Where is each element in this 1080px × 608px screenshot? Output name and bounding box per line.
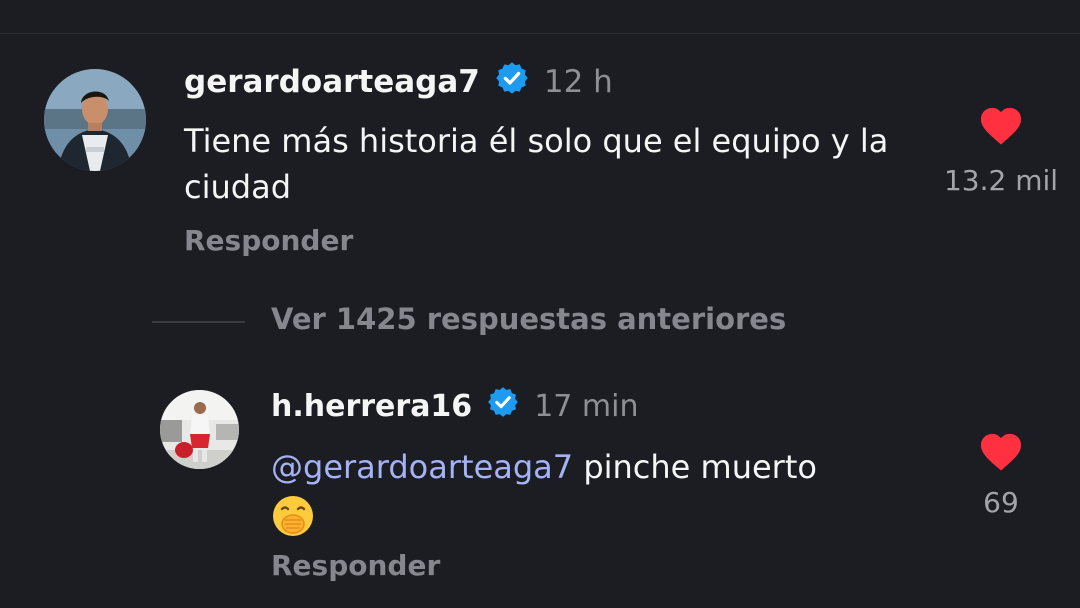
- comment-header: h.herrera16 17 min: [271, 385, 638, 427]
- like-count: 69: [983, 486, 1019, 519]
- comment-body: pinche muerto: [573, 448, 817, 486]
- timestamp: 12 h: [543, 64, 613, 100]
- verified-badge-icon: [486, 385, 520, 427]
- divider: [0, 33, 1080, 34]
- thread-line: [152, 321, 245, 323]
- comment-text: Tiene más historia él solo que el equipo…: [184, 122, 889, 206]
- like-count: 13.2 mil: [943, 164, 1059, 197]
- view-previous-replies-button[interactable]: Ver 1425 respuestas anteriores: [271, 302, 786, 336]
- timestamp: 17 min: [534, 388, 639, 424]
- comment-header: gerardoarteaga7 12 h: [184, 60, 613, 104]
- avatar-h-herrera16[interactable]: [160, 390, 239, 469]
- reply-button[interactable]: Responder: [184, 224, 353, 257]
- avatar-gerardoarteaga7[interactable]: [44, 69, 146, 171]
- reply-button[interactable]: Responder: [271, 549, 440, 582]
- mention-link[interactable]: @gerardoarteaga7: [271, 448, 573, 486]
- username[interactable]: gerardoarteaga7: [184, 64, 480, 100]
- heart-icon[interactable]: [978, 104, 1024, 150]
- username[interactable]: h.herrera16: [271, 389, 472, 424]
- heart-icon[interactable]: [978, 430, 1024, 476]
- verified-badge-icon: [494, 60, 530, 104]
- hand-over-mouth-emoji-icon: [271, 494, 315, 550]
- comment-text: @gerardoarteaga7 pinche muerto: [271, 444, 931, 550]
